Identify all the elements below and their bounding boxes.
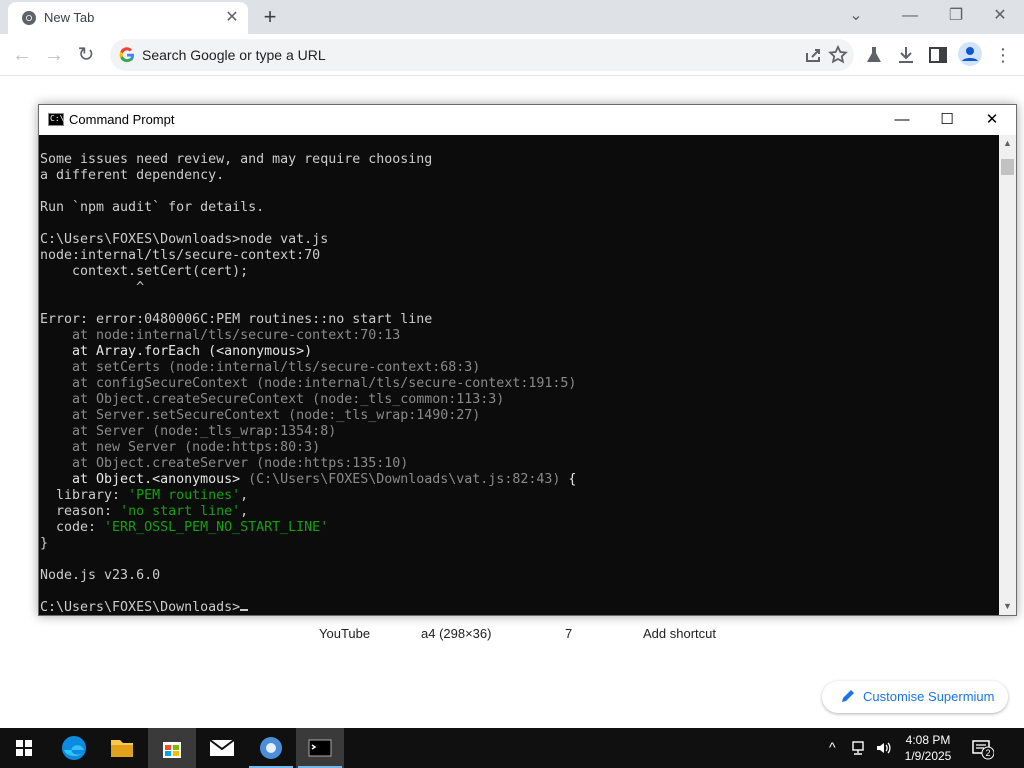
windows-taskbar: ^ 4:08 PM 1/9/2025 2 <box>0 728 1024 768</box>
console-line: at new Server (node:https:80:3) <box>40 440 321 455</box>
store-icon[interactable] <box>148 728 196 768</box>
shortcut-youtube[interactable]: YouTube <box>319 626 370 641</box>
console-line: at Server (node:_tls_wrap:1354:8) <box>40 424 337 439</box>
scroll-down-icon[interactable]: ▼ <box>999 598 1016 615</box>
console-line: C:\Users\FOXES\Downloads> <box>40 600 576 615</box>
tab-title: New Tab <box>44 10 95 25</box>
console-line: ^ <box>40 280 145 295</box>
download-icon[interactable] <box>895 44 917 66</box>
console-output: Some issues need review, and may require… <box>40 152 576 615</box>
shortcut-7[interactable]: 7 <box>565 626 572 641</box>
chrome-icon <box>22 11 36 25</box>
clock-date: 1/9/2025 <box>904 749 952 763</box>
volume-icon[interactable] <box>875 739 893 757</box>
shortcut-a4[interactable]: a4 (298×36) <box>421 626 491 641</box>
text-cursor <box>240 609 249 611</box>
console-line: at Array.forEach (<anonymous>) <box>40 344 313 359</box>
cmd-maximize-button[interactable]: ☐ <box>924 105 970 135</box>
forward-button[interactable]: → <box>41 42 67 68</box>
cmd-app-icon: C:\ <box>48 113 64 126</box>
tab-search-icon[interactable]: ⌄ <box>836 4 876 28</box>
network-icon[interactable] <box>851 739 869 757</box>
svg-text:2: 2 <box>985 748 990 758</box>
customise-label: Customise Supermium <box>863 689 995 704</box>
file-explorer-icon[interactable] <box>98 728 146 768</box>
customise-button[interactable]: Customise Supermium <box>822 681 1008 713</box>
console-line: Run `npm audit` for details. <box>40 200 265 215</box>
console-line: Some issues need review, and may require… <box>40 152 433 167</box>
cmd-minimize-button[interactable]: — <box>879 105 925 135</box>
console-line: at node:internal/tls/secure-context:70:1… <box>40 328 401 343</box>
back-button[interactable]: ← <box>9 42 35 68</box>
browser-toolbar: ← → ↻ Search Google or type a URL ⋮ <box>0 34 1024 76</box>
profile-avatar-icon[interactable] <box>958 42 982 66</box>
console-line: at configSecureContext (node:internal/tl… <box>40 376 577 391</box>
cmd-scrollbar[interactable]: ▲ ▼ <box>999 135 1016 615</box>
console-line: node:internal/tls/secure-context:70 <box>40 248 321 263</box>
pencil-icon <box>842 690 854 702</box>
cmd-console[interactable]: Some issues need review, and may require… <box>39 135 999 615</box>
console-line: at Server.setSecureContext (node:_tls_wr… <box>40 408 481 423</box>
restore-button[interactable]: ❐ <box>936 4 976 28</box>
console-line: Node.js v23.6.0 <box>40 568 161 583</box>
chevron-up-icon[interactable]: ^ <box>829 739 847 757</box>
side-panel-icon[interactable] <box>927 44 949 66</box>
minimize-button[interactable]: — <box>890 4 930 28</box>
scroll-up-icon[interactable]: ▲ <box>999 135 1016 152</box>
console-line: at Object.createSecureContext (node:_tls… <box>40 392 505 407</box>
new-tab-button[interactable]: + <box>256 4 284 30</box>
console-line: at Object.<anonymous> (C:\Users\FOXES\Do… <box>40 472 577 487</box>
bookmark-star-icon[interactable] <box>828 45 848 65</box>
console-line: C:\Users\FOXES\Downloads>node vat.js <box>40 232 329 247</box>
console-line: a different dependency. <box>40 168 225 183</box>
command-prompt-window[interactable]: C:\ Command Prompt — ☐ ✕ Some issues nee… <box>38 104 1017 616</box>
omnibox[interactable]: Search Google or type a URL <box>110 39 854 71</box>
close-tab-icon[interactable]: ✕ <box>222 8 242 28</box>
omnibox-placeholder: Search Google or type a URL <box>142 47 326 63</box>
labs-flask-icon[interactable] <box>863 44 885 66</box>
clock-time: 4:08 PM <box>905 733 951 747</box>
start-windows-icon[interactable] <box>0 728 48 768</box>
edge-browser-icon[interactable] <box>50 728 98 768</box>
console-line: library: 'PEM routines', <box>40 488 249 503</box>
cmd-window-title: Command Prompt <box>69 112 175 127</box>
scroll-thumb[interactable] <box>1001 159 1014 175</box>
mail-icon[interactable] <box>198 728 246 768</box>
menu-kebab-icon[interactable]: ⋮ <box>990 42 1016 68</box>
notification-icon[interactable]: 2 <box>970 736 994 760</box>
share-icon[interactable] <box>803 45 823 65</box>
console-line: code: 'ERR_OSSL_PEM_NO_START_LINE' <box>40 520 329 535</box>
cmd-titlebar[interactable]: C:\ Command Prompt — ☐ ✕ <box>39 105 1016 135</box>
console-line: Error: error:0480006C:PEM routines::no s… <box>40 312 433 327</box>
tab-new-tab[interactable]: New Tab ✕ <box>8 2 248 34</box>
close-window-button[interactable]: ✕ <box>980 4 1020 28</box>
console-line: at setCerts (node:internal/tls/secure-co… <box>40 360 481 375</box>
google-icon <box>119 47 134 63</box>
browser-tabstrip: New Tab ✕ + ⌄ — ❐ ✕ <box>0 0 1024 34</box>
system-clock[interactable]: 4:08 PM 1/9/2025 <box>896 732 960 764</box>
cmd-close-button[interactable]: ✕ <box>969 105 1015 135</box>
reload-button[interactable]: ↻ <box>73 42 99 68</box>
supermium-browser-icon[interactable] <box>247 728 295 768</box>
console-line: context.setCert(cert); <box>40 264 249 279</box>
console-line: at Object.createServer (node:https:135:1… <box>40 456 409 471</box>
add-shortcut[interactable]: Add shortcut <box>643 626 716 641</box>
console-line: reason: 'no start line', <box>40 504 249 519</box>
console-line: } <box>40 536 49 551</box>
command-prompt-taskbar-icon[interactable] <box>296 728 344 768</box>
